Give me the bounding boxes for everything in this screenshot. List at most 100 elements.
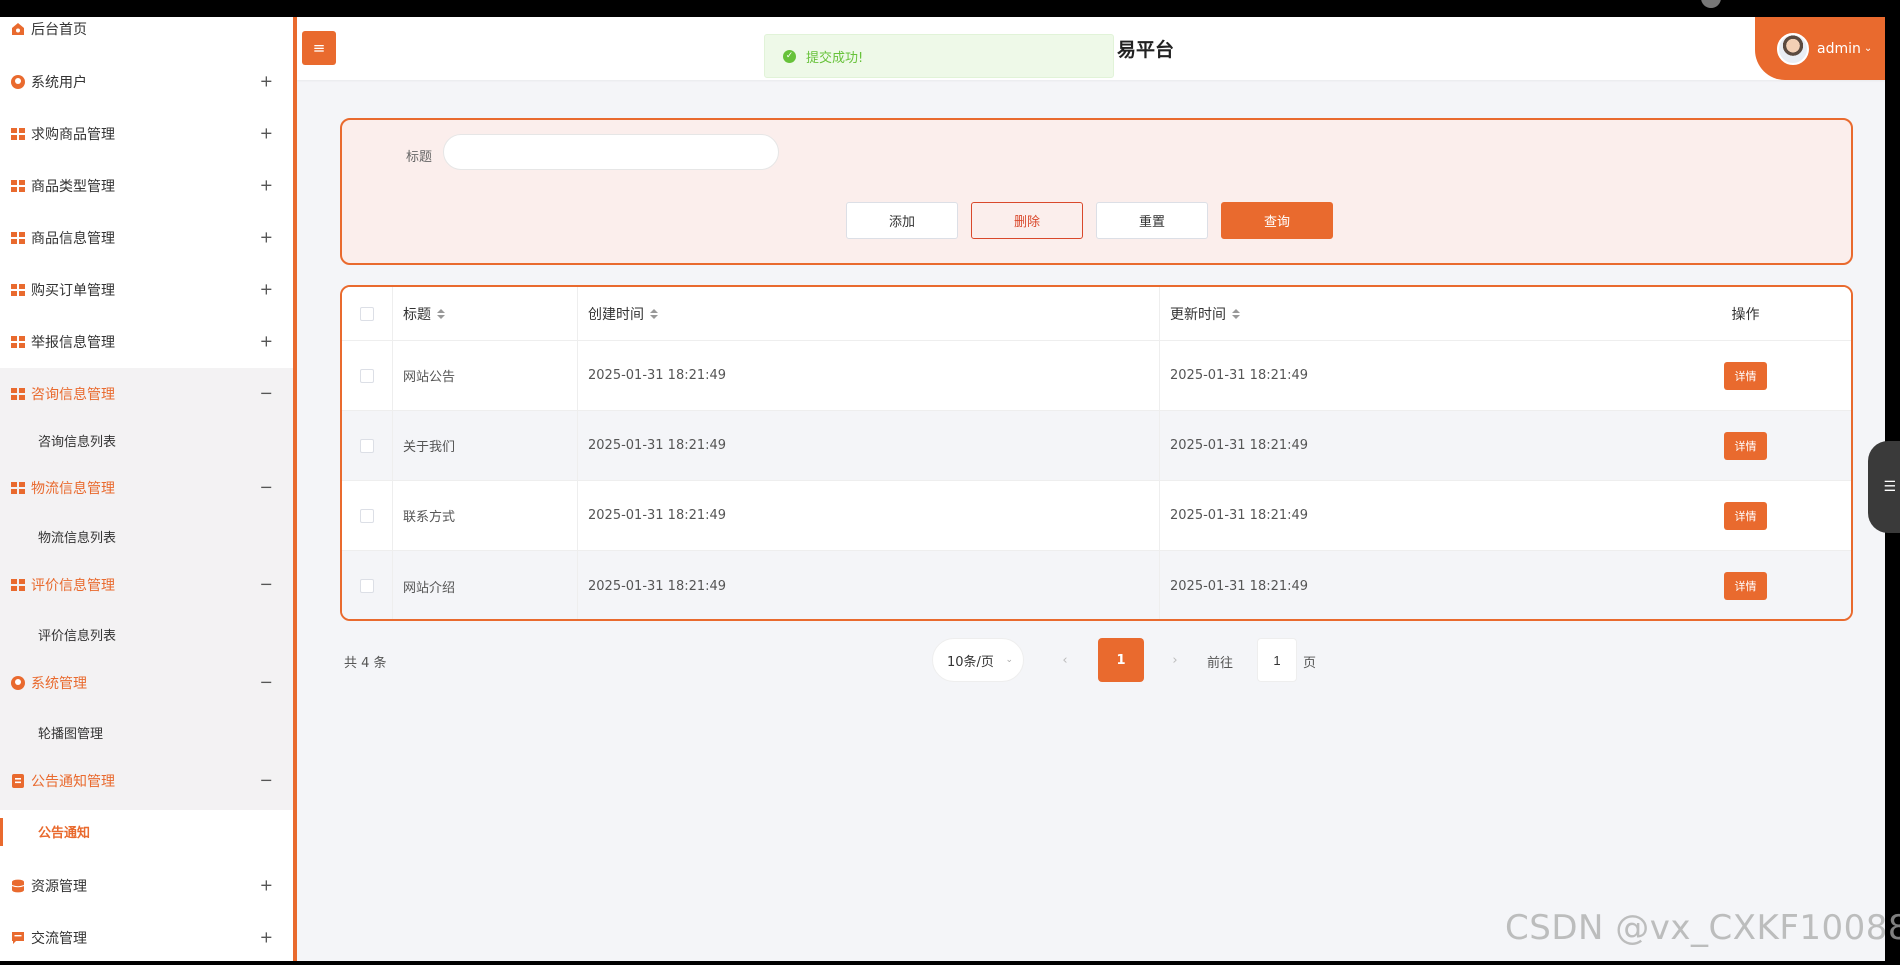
chevron-down-icon: ⌄	[1005, 655, 1013, 665]
cell-updated: 2025-01-31 18:21:49	[1170, 438, 1309, 453]
sidebar-item-logistics[interactable]: 物流信息管理 −	[0, 460, 293, 516]
sidebar-item-label: 商品信息管理	[31, 231, 115, 247]
grid-icon	[11, 387, 25, 401]
cell-created: 2025-01-31 18:21:49	[578, 341, 1160, 410]
sidebar-subitem-label: 公告通知	[38, 825, 91, 841]
row-checkbox[interactable]	[360, 579, 374, 593]
browser-top-strip	[0, 0, 1900, 17]
grid-icon	[11, 578, 25, 592]
query-button[interactable]: 查询	[1221, 202, 1333, 239]
success-toast: ✓ 提交成功!	[764, 34, 1114, 78]
grid-icon	[11, 283, 25, 297]
sort-icon[interactable]	[1232, 308, 1240, 319]
column-header-updated[interactable]: 更新时间	[1160, 287, 1640, 340]
sidebar-item-label: 系统用户	[31, 75, 87, 91]
sidebar-subitem-consult-list[interactable]: 咨询信息列表	[0, 420, 293, 460]
menu-toggle-button[interactable]: ≡	[302, 31, 336, 65]
page-size-select[interactable]: 10条/页 ⌄	[932, 638, 1024, 682]
sidebar-item-communication[interactable]: 交流管理 +	[0, 918, 293, 958]
goto-suffix: 页	[1303, 656, 1317, 671]
row-checkbox[interactable]	[360, 368, 374, 383]
main-content: ≡ 易平台 ✓ 提交成功! admin ⌄ 标题 添加 删除 重置 查询 标题 …	[297, 17, 1885, 961]
sidebar-item-reports[interactable]: 举报信息管理 +	[0, 322, 293, 362]
goto-page-input[interactable]	[1257, 638, 1297, 682]
chevron-down-icon: ⌄	[1863, 43, 1873, 54]
database-icon	[11, 879, 25, 893]
detail-button[interactable]: 详情	[1724, 431, 1767, 460]
table-row: 网站公告 2025-01-31 18:21:49 2025-01-31 18:2…	[342, 341, 1851, 411]
search-label: 标题	[406, 150, 433, 165]
row-checkbox[interactable]	[360, 438, 374, 453]
sidebar-subitem-review-list[interactable]: 评价信息列表	[0, 614, 293, 654]
goto-label: 前往	[1207, 656, 1234, 671]
sidebar-item-system-users[interactable]: 系统用户 +	[0, 62, 293, 102]
sidebar-subitem-label: 物流信息列表	[38, 530, 117, 546]
collapse-icon: −	[259, 383, 273, 403]
sidebar-item-label: 系统管理	[31, 676, 87, 692]
sidebar-subitem-carousel[interactable]: 轮播图管理	[0, 712, 293, 752]
row-checkbox[interactable]	[360, 508, 374, 523]
cell-created: 2025-01-31 18:21:49	[578, 411, 1160, 480]
collapse-icon: −	[259, 574, 273, 594]
list-icon: ☰	[1883, 479, 1896, 495]
column-header-created[interactable]: 创建时间	[578, 287, 1160, 340]
detail-button[interactable]: 详情	[1724, 361, 1767, 390]
profile-circle-icon	[1701, 0, 1721, 8]
column-header-label: 创建时间	[588, 306, 644, 323]
sidebar-item-label: 咨询信息管理	[31, 387, 115, 403]
user-menu[interactable]: admin ⌄	[1755, 17, 1885, 80]
hamburger-icon: ≡	[312, 39, 326, 57]
title-search-input[interactable]	[443, 134, 779, 170]
detail-button[interactable]: 详情	[1724, 501, 1767, 530]
sidebar-item-goods-info[interactable]: 商品信息管理 +	[0, 218, 293, 258]
page-title: 易平台	[1117, 39, 1175, 61]
top-header: ≡ 易平台 ✓ 提交成功! admin ⌄	[297, 17, 1885, 80]
column-header-label: 标题	[403, 306, 431, 323]
data-table: 标题 创建时间 更新时间 操作 网站公告 2025-01-31 18:21:49…	[340, 285, 1853, 621]
collapse-icon: −	[259, 770, 273, 790]
prev-page-button[interactable]: ‹	[1042, 638, 1088, 682]
sidebar-item-consult[interactable]: 咨询信息管理 −	[0, 368, 293, 420]
sidebar-item-orders[interactable]: 购买订单管理 +	[0, 270, 293, 310]
cell-title: 网站介绍	[393, 551, 578, 619]
user-icon	[11, 75, 25, 89]
sidebar-item-label: 交流管理	[31, 931, 87, 947]
sidebar-item-notice[interactable]: 公告通知管理 −	[0, 752, 293, 810]
cell-title: 关于我们	[393, 411, 578, 480]
grid-icon	[11, 335, 25, 349]
next-page-button[interactable]: ›	[1152, 638, 1198, 682]
total-count: 共 4 条	[344, 656, 387, 671]
sidebar-subitem-label: 轮播图管理	[38, 726, 104, 742]
sidebar-item-label: 举报信息管理	[31, 335, 115, 351]
select-all-checkbox[interactable]	[360, 306, 374, 321]
column-header-title[interactable]: 标题	[393, 287, 578, 340]
reset-button[interactable]: 重置	[1096, 202, 1208, 239]
grid-icon	[11, 179, 25, 193]
cell-updated: 2025-01-31 18:21:49	[1170, 368, 1309, 383]
sidebar-item-goods-type[interactable]: 商品类型管理 +	[0, 166, 293, 206]
collapse-icon: −	[259, 672, 273, 692]
grid-icon	[11, 481, 25, 495]
cell-title: 网站公告	[393, 341, 578, 410]
sidebar-item-purchase-goods[interactable]: 求购商品管理 +	[0, 114, 293, 154]
expand-icon: +	[259, 279, 273, 299]
page-number-current[interactable]: 1	[1098, 638, 1144, 682]
sidebar-item-resources[interactable]: 资源管理 +	[0, 866, 293, 906]
column-header-op: 操作	[1640, 287, 1851, 340]
sidebar-subitem-notice[interactable]: 公告通知	[0, 812, 293, 850]
sidebar-subitem-logistics-list[interactable]: 物流信息列表	[0, 516, 293, 556]
sidebar-item-review[interactable]: 评价信息管理 −	[0, 556, 293, 614]
add-button[interactable]: 添加	[846, 202, 958, 239]
column-header-label: 操作	[1731, 306, 1760, 323]
sort-icon[interactable]	[650, 308, 658, 319]
sidebar-item-system[interactable]: 系统管理 −	[0, 654, 293, 712]
column-header-label: 更新时间	[1170, 306, 1226, 323]
side-drawer-tab[interactable]: ☰	[1868, 441, 1900, 533]
watermark: CSDN @vx_CXKF10088	[1505, 908, 1900, 948]
delete-button[interactable]: 删除	[971, 202, 1083, 239]
sidebar-subitem-label: 咨询信息列表	[38, 434, 117, 450]
sidebar-item-home[interactable]: 后台首页	[0, 17, 293, 49]
sort-icon[interactable]	[437, 308, 445, 319]
detail-button[interactable]: 详情	[1724, 572, 1767, 600]
cell-created: 2025-01-31 18:21:49	[578, 551, 1160, 619]
